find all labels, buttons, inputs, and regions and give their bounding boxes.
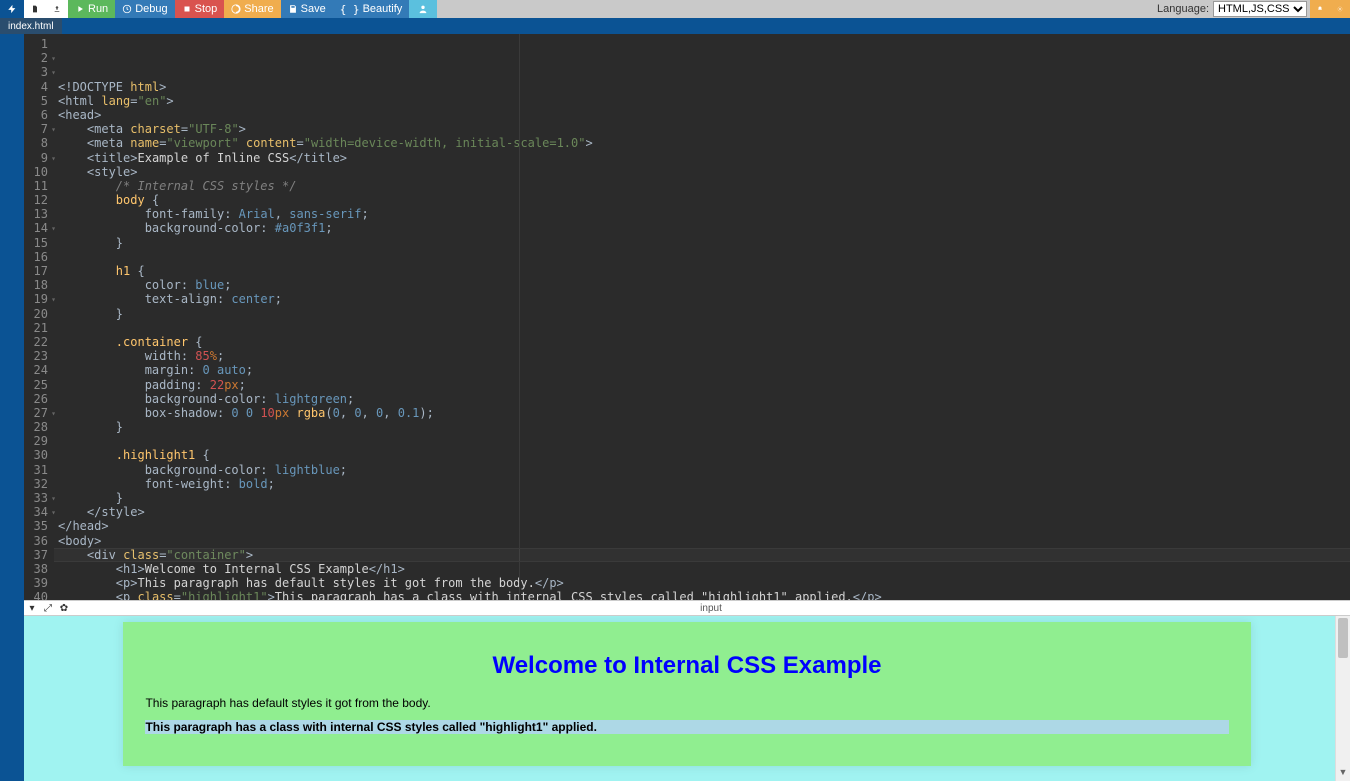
gear-icon bbox=[1337, 4, 1343, 14]
clock-icon bbox=[122, 4, 132, 14]
code-line[interactable]: padding: 22px; bbox=[58, 378, 1346, 392]
code-line[interactable]: font-weight: bold; bbox=[58, 477, 1346, 491]
code-line[interactable]: background-color: lightgreen; bbox=[58, 392, 1346, 406]
notifications-button[interactable] bbox=[1310, 0, 1330, 18]
code-line[interactable]: <!DOCTYPE html> bbox=[58, 80, 1346, 94]
scroll-down-icon: ▼ bbox=[1336, 767, 1350, 781]
code-line[interactable]: body { bbox=[58, 193, 1346, 207]
expand-preview-button[interactable]: ⤢ bbox=[40, 603, 56, 614]
main-area: 1234567891011121314151617181920212223242… bbox=[0, 34, 1350, 781]
stop-button[interactable]: Stop bbox=[175, 0, 225, 18]
share-icon bbox=[231, 4, 241, 14]
preview-container: Welcome to Internal CSS Example This par… bbox=[123, 622, 1250, 766]
code-line[interactable]: } bbox=[58, 420, 1346, 434]
code-content[interactable]: <!DOCTYPE html><html lang="en"><head> <m… bbox=[54, 34, 1350, 600]
code-line[interactable]: /* Internal CSS styles */ bbox=[58, 179, 1346, 193]
code-line[interactable]: } bbox=[58, 307, 1346, 321]
user-button[interactable] bbox=[409, 0, 437, 18]
code-line[interactable]: <head> bbox=[58, 108, 1346, 122]
braces-icon: { } bbox=[340, 3, 360, 16]
code-line[interactable]: background-color: #a0f3f1; bbox=[58, 221, 1346, 235]
file-icon bbox=[31, 4, 39, 14]
code-line[interactable]: <meta charset="UTF-8"> bbox=[58, 122, 1346, 136]
new-file-button[interactable] bbox=[24, 0, 46, 18]
run-label: Run bbox=[88, 3, 108, 15]
stop-label: Stop bbox=[195, 3, 218, 15]
code-line[interactable]: <title>Example of Inline CSS</title> bbox=[58, 151, 1346, 165]
code-line[interactable]: h1 { bbox=[58, 264, 1346, 278]
code-line[interactable]: margin: 0 auto; bbox=[58, 363, 1346, 377]
preview-scrollbar[interactable]: ▲ ▼ bbox=[1335, 616, 1350, 781]
language-label: Language: bbox=[1157, 3, 1209, 15]
toolbar: Run Debug Stop Share Save { } Beautify L… bbox=[0, 0, 1350, 18]
tab-index-html[interactable]: index.html bbox=[0, 18, 62, 34]
code-line[interactable]: </head> bbox=[58, 519, 1346, 533]
settings-button[interactable] bbox=[1330, 0, 1350, 18]
code-line[interactable]: text-align: center; bbox=[58, 292, 1346, 306]
preview-settings-button[interactable]: ✿ bbox=[56, 603, 72, 614]
code-line[interactable]: font-family: Arial, sans-serif; bbox=[58, 207, 1346, 221]
preview-toolbar: ▾ ⤢ ✿ input bbox=[24, 600, 1350, 616]
code-line[interactable]: width: 85%; bbox=[58, 349, 1346, 363]
share-label: Share bbox=[244, 3, 273, 15]
code-line[interactable]: background-color: lightblue; bbox=[58, 463, 1346, 477]
code-line[interactable]: <body> bbox=[58, 534, 1346, 548]
code-line[interactable]: <h1>Welcome to Internal CSS Example</h1> bbox=[58, 562, 1346, 576]
line-gutter: 1234567891011121314151617181920212223242… bbox=[24, 34, 54, 600]
code-line[interactable]: color: blue; bbox=[58, 278, 1346, 292]
preview-tab-label: input bbox=[72, 603, 1350, 614]
editor-ruler bbox=[519, 34, 520, 600]
bell-icon bbox=[1317, 4, 1323, 14]
collapse-preview-button[interactable]: ▾ bbox=[24, 603, 40, 614]
editor-tabstrip: index.html bbox=[0, 18, 1350, 34]
code-line[interactable] bbox=[58, 434, 1346, 448]
code-line[interactable]: } bbox=[58, 236, 1346, 250]
code-line[interactable]: <meta name="viewport" content="width=dev… bbox=[58, 136, 1346, 150]
code-line[interactable]: <html lang="en"> bbox=[58, 94, 1346, 108]
code-line[interactable]: .highlight1 { bbox=[58, 448, 1346, 462]
stop-icon bbox=[182, 4, 192, 14]
save-button[interactable]: Save bbox=[281, 0, 333, 18]
code-line[interactable]: <div class="container"> bbox=[58, 548, 1346, 562]
code-line[interactable]: .container { bbox=[58, 335, 1346, 349]
upload-button[interactable] bbox=[46, 0, 68, 18]
save-icon bbox=[288, 4, 298, 14]
code-line[interactable]: <p class="highlight1">This paragraph has… bbox=[58, 590, 1346, 600]
code-line[interactable] bbox=[58, 250, 1346, 264]
bolt-icon bbox=[7, 4, 17, 14]
save-label: Save bbox=[301, 3, 326, 15]
beautify-button[interactable]: { } Beautify bbox=[333, 0, 410, 18]
logo-button[interactable] bbox=[0, 0, 24, 18]
code-line[interactable]: } bbox=[58, 491, 1346, 505]
upload-icon bbox=[53, 4, 61, 14]
left-gutter bbox=[0, 34, 24, 781]
preview-pane: Welcome to Internal CSS Example This par… bbox=[24, 616, 1350, 781]
user-icon bbox=[418, 4, 428, 14]
code-line[interactable]: <p>This paragraph has default styles it … bbox=[58, 576, 1346, 590]
share-button[interactable]: Share bbox=[224, 0, 280, 18]
code-line[interactable] bbox=[58, 321, 1346, 335]
preview-paragraph-1: This paragraph has default styles it got… bbox=[145, 696, 1228, 710]
run-button[interactable]: Run bbox=[68, 0, 115, 18]
preview-heading: Welcome to Internal CSS Example bbox=[145, 652, 1228, 680]
code-line[interactable]: <style> bbox=[58, 165, 1346, 179]
tab-label: index.html bbox=[8, 21, 54, 32]
scroll-thumb[interactable] bbox=[1338, 618, 1348, 658]
code-line[interactable]: box-shadow: 0 0 10px rgba(0, 0, 0, 0.1); bbox=[58, 406, 1346, 420]
play-icon bbox=[75, 4, 85, 14]
code-editor[interactable]: 1234567891011121314151617181920212223242… bbox=[24, 34, 1350, 600]
language-select[interactable]: HTML,JS,CSS bbox=[1213, 1, 1307, 17]
code-line[interactable]: </style> bbox=[58, 505, 1346, 519]
preview-paragraph-2: This paragraph has a class with internal… bbox=[145, 720, 1228, 734]
debug-label: Debug bbox=[135, 3, 167, 15]
beautify-label: Beautify bbox=[363, 3, 403, 15]
debug-button[interactable]: Debug bbox=[115, 0, 174, 18]
